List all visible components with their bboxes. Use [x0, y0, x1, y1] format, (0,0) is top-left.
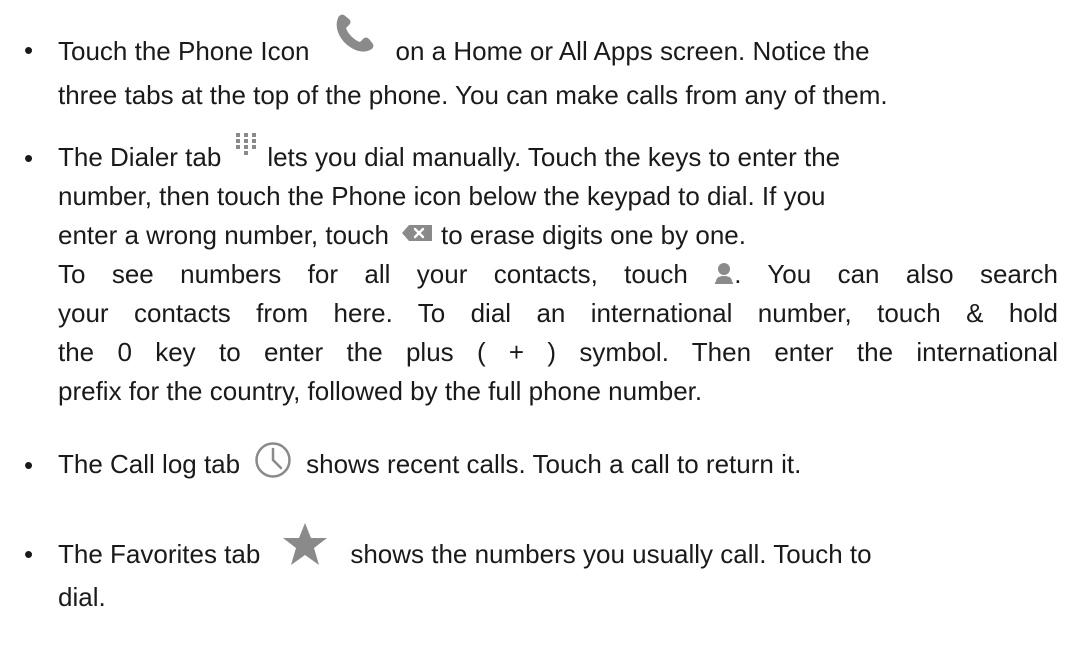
bullet-marker: •	[24, 450, 34, 480]
phone-handset-icon	[332, 10, 378, 56]
bullet-marker: •	[24, 539, 34, 569]
star-icon	[282, 522, 328, 566]
paragraph-dialer-tab: The Dialer tab lets you dial manually. To…	[58, 133, 1058, 411]
text-line: Touch the Phone Icon on a Home or All App…	[58, 14, 1058, 76]
text-line: To see numbers for all your contacts, to…	[58, 255, 1058, 294]
text-run: to erase digits one by one.	[440, 220, 746, 250]
backspace-icon	[401, 224, 433, 242]
text-run: lets you dial manually. Touch the keys t…	[267, 142, 841, 172]
text-line: The Favorites tab shows the numbers you u…	[58, 523, 1058, 578]
dialpad-icon	[235, 132, 257, 158]
text-line: enter a wrong number, touch to erase digi…	[58, 216, 1058, 255]
text-run: Touch the Phone Icon	[58, 35, 310, 66]
text-line: The Call log tab shows recent calls. Touc…	[58, 442, 1058, 485]
paragraph-phone-icon: Touch the Phone Icon on a Home or All App…	[58, 14, 1058, 115]
text-run: enter a wrong number, touch	[58, 220, 389, 250]
paragraph-call-log-tab: The Call log tab shows recent calls. Touc…	[58, 442, 1058, 485]
text-line: number, then touch the Phone icon below …	[58, 181, 826, 211]
bullet-marker: •	[24, 143, 34, 173]
text-line: your contacts from here. To dial an inte…	[58, 298, 1058, 328]
text-line: three tabs at the top of the phone. You …	[58, 80, 888, 110]
text-run: The Call log tab	[58, 449, 241, 479]
text-run: . You can also search	[734, 259, 1058, 289]
text-run: The Favorites tab	[58, 538, 261, 569]
contact-person-icon	[714, 262, 734, 285]
bullet-marker: •	[24, 35, 34, 65]
text-line: the 0 key to enter the plus ( + ) symbol…	[58, 337, 1058, 367]
text-run: shows the numbers you usually call. Touc…	[350, 538, 872, 569]
text-run: To see numbers for all your contacts, to…	[58, 259, 688, 289]
text-line: The Dialer tab lets you dial manually. To…	[58, 133, 1058, 177]
text-line: dial.	[58, 582, 106, 612]
document-page: • Touch the Phone Icon on a Home or All A…	[0, 0, 1073, 650]
text-line: prefix for the country, followed by the …	[58, 376, 703, 406]
text-run: shows recent calls. Touch a call to retu…	[306, 449, 802, 479]
paragraph-favorites-tab: The Favorites tab shows the numbers you u…	[58, 523, 1058, 617]
clock-icon	[254, 441, 292, 479]
text-run: The Dialer tab	[58, 142, 222, 172]
text-run: on a Home or All Apps screen. Notice the	[395, 35, 870, 66]
